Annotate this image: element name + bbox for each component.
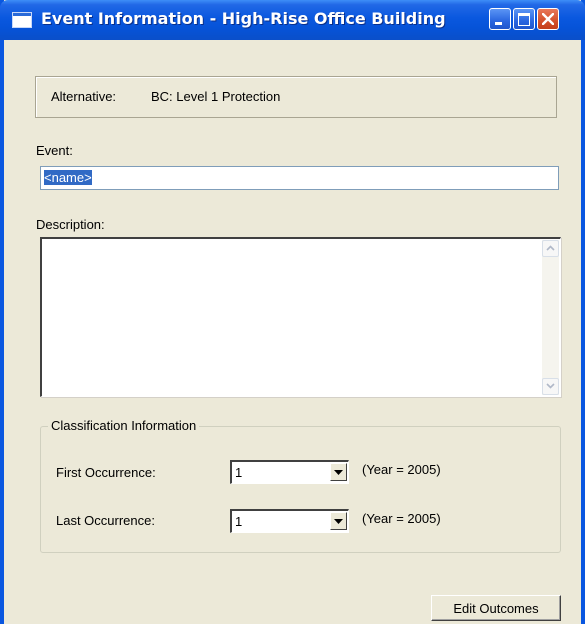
last-occurrence-label: Last Occurrence: <box>56 513 155 528</box>
dropdown-arrow-icon <box>334 519 343 524</box>
alternative-value: BC: Level 1 Protection <box>151 89 281 104</box>
window-icon <box>12 12 32 28</box>
first-occurrence-value: 1 <box>235 465 243 480</box>
edit-outcomes-button[interactable]: Edit Outcomes <box>431 595 561 621</box>
event-name-value: <name> <box>44 170 92 185</box>
description-scrollbar[interactable] <box>542 240 559 395</box>
minimize-button[interactable] <box>489 8 511 30</box>
first-occurrence-select[interactable]: 1 <box>230 460 349 484</box>
last-occurrence-dropdown-button[interactable] <box>330 512 347 530</box>
last-occurrence-value: 1 <box>235 514 243 529</box>
close-button[interactable] <box>537 8 559 30</box>
first-occurrence-label: First Occurrence: <box>56 465 156 480</box>
close-icon <box>542 13 554 25</box>
event-label: Event: <box>36 143 73 158</box>
window-title: Event Information - High-Rise Office Bui… <box>41 9 446 28</box>
description-label: Description: <box>36 217 105 232</box>
last-occurrence-year: (Year = 2005) <box>362 511 441 526</box>
scroll-up-button[interactable] <box>542 240 559 257</box>
event-name-field[interactable]: <name> <box>40 166 559 190</box>
last-occurrence-select[interactable]: 1 <box>230 509 349 533</box>
description-textarea[interactable] <box>40 237 561 397</box>
classification-group <box>40 426 561 553</box>
classification-legend: Classification Information <box>48 418 200 433</box>
title-bar[interactable]: Event Information - High-Rise Office Bui… <box>0 0 585 40</box>
chevron-down-icon <box>546 383 555 389</box>
dropdown-arrow-icon <box>334 470 343 475</box>
alternative-panel: Alternative: BC: Level 1 Protection <box>35 76 557 118</box>
scroll-down-button[interactable] <box>542 378 559 395</box>
first-occurrence-dropdown-button[interactable] <box>330 463 347 481</box>
first-occurrence-year: (Year = 2005) <box>362 462 441 477</box>
chevron-up-icon <box>546 245 555 251</box>
event-information-window: Event Information - High-Rise Office Bui… <box>0 0 585 624</box>
maximize-button[interactable] <box>513 8 535 30</box>
alternative-label: Alternative: <box>51 89 117 104</box>
